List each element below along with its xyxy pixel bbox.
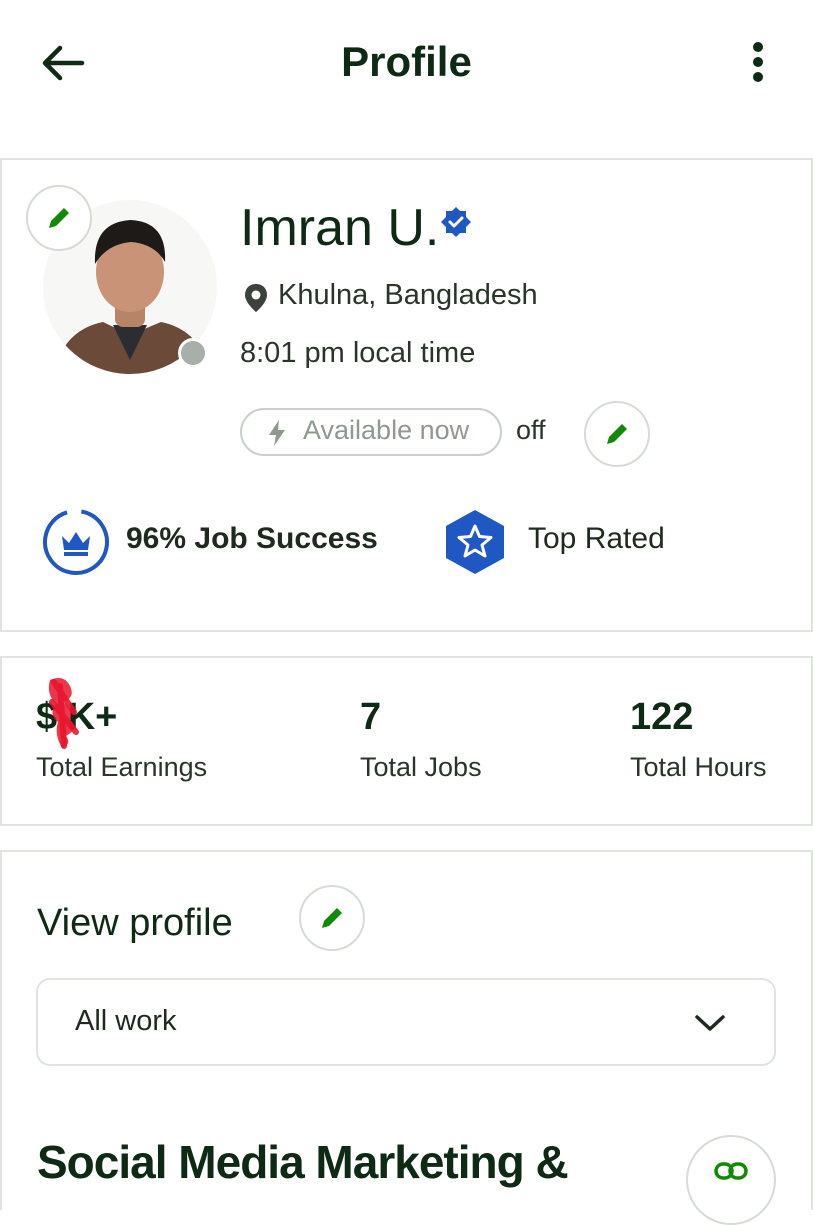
edit-photo-button[interactable]: [26, 185, 92, 251]
location-text: Khulna, Bangladesh: [278, 279, 538, 311]
pencil-icon: [607, 424, 627, 444]
availability-state: off: [516, 415, 546, 445]
job-success-icon: [43, 509, 109, 575]
stats-card: [0, 656, 813, 826]
edit-availability-button[interactable]: [584, 401, 650, 467]
pencil-icon: [49, 208, 69, 228]
total-jobs-value: 7: [360, 696, 382, 738]
redaction-scribble: [48, 678, 79, 749]
edit-view-profile-button[interactable]: [299, 885, 365, 951]
verified-badge-icon: [441, 207, 471, 237]
top-rated-label: Top Rated: [528, 522, 665, 555]
profile-name: Imran U.: [240, 199, 440, 257]
pencil-icon: [322, 908, 342, 928]
page-title: Profile: [341, 38, 472, 85]
total-hours-value: 122: [630, 696, 694, 738]
total-hours-label: Total Hours: [630, 752, 767, 782]
online-status-dot: [178, 338, 208, 368]
local-time: 8:01 pm local time: [240, 337, 476, 369]
total-earnings-label: Total Earnings: [36, 752, 208, 782]
total-jobs-label: Total Jobs: [360, 752, 482, 782]
share-link-button[interactable]: [686, 1135, 776, 1225]
link-icon: [714, 1162, 748, 1180]
work-filter-value: All work: [75, 1005, 177, 1037]
availability-label: Available now: [303, 415, 470, 445]
view-profile-title: View profile: [37, 902, 233, 944]
lightning-icon: [269, 420, 285, 446]
chevron-down-icon: [695, 1015, 725, 1031]
location-pin-icon: [245, 284, 267, 312]
top-rated-icon: [446, 510, 504, 574]
job-success-label: 96% Job Success: [126, 522, 378, 555]
specialty-title: Social Media Marketing &: [37, 1136, 569, 1188]
more-vertical-icon[interactable]: [735, 36, 781, 88]
